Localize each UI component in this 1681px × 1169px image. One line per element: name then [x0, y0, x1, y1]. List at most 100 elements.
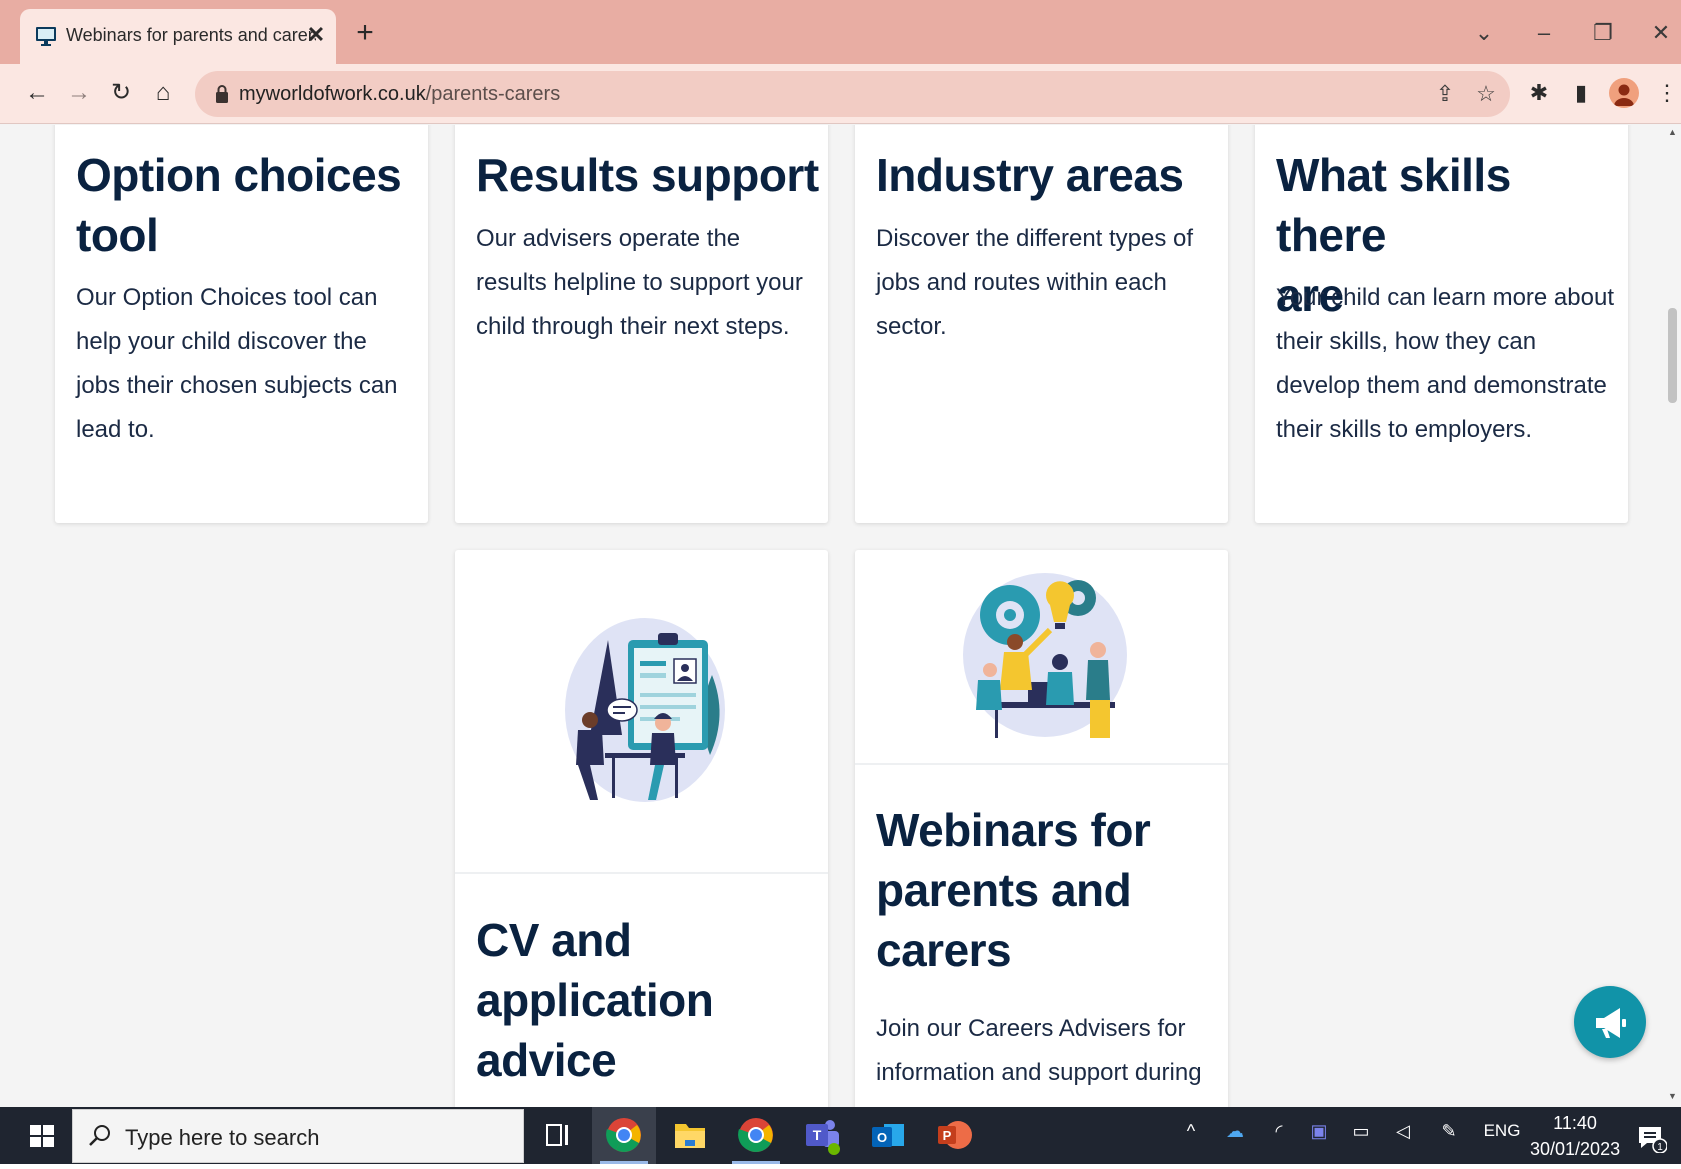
desc-line: Join our Careers Advisers for — [876, 1015, 1186, 1042]
taskbar-chrome-active[interactable] — [592, 1107, 656, 1164]
taskbar-teams[interactable]: T — [790, 1107, 854, 1164]
tab-search-chevron-icon[interactable]: ⌄ — [1464, 16, 1504, 50]
new-tab-icon[interactable]: + — [350, 18, 380, 48]
title-line: application — [476, 974, 714, 1026]
title-line: Industry areas — [876, 149, 1184, 201]
desc-line: Our Option Choices tool can — [76, 284, 378, 311]
results-support-title: Results support — [476, 145, 819, 205]
industry-areas-title: Industry areas — [876, 145, 1184, 205]
wifi-icon[interactable]: ◜ — [1266, 1121, 1292, 1142]
task-view-button[interactable] — [525, 1107, 589, 1164]
home-icon[interactable]: ⌂ — [148, 78, 178, 108]
clock-date[interactable]: 30/01/2023 — [1530, 1139, 1620, 1160]
close-window-icon[interactable]: ✕ — [1641, 16, 1681, 50]
scroll-up-arrow-icon[interactable]: ▲ — [1667, 127, 1678, 137]
teams-tray-icon[interactable]: ▣ — [1306, 1121, 1332, 1142]
extensions-puzzle-icon[interactable]: ✱ — [1524, 78, 1554, 108]
powerpoint-icon: P — [938, 1121, 972, 1149]
forward-arrow-icon[interactable]: → — [64, 78, 94, 108]
back-arrow-icon[interactable]: ← — [22, 78, 52, 108]
battery-icon[interactable]: ▭ — [1348, 1121, 1374, 1142]
windows-taskbar: Type here to search T O P ^ ☁ ◜ ▣ ▭ ◁ ✎ … — [0, 1107, 1681, 1164]
desc-line: sector. — [876, 313, 947, 340]
taskbar-powerpoint[interactable]: P — [922, 1107, 986, 1164]
scrollbar-thumb[interactable] — [1668, 308, 1677, 403]
notification-count: 1 — [1657, 1142, 1663, 1153]
desc-line: jobs and routes within each — [876, 269, 1167, 296]
title-line: Webinars for — [876, 804, 1151, 856]
close-tab-icon[interactable]: ✕ — [304, 21, 328, 49]
taskbar-file-explorer[interactable] — [658, 1107, 722, 1164]
person-silhouette-icon — [1614, 84, 1634, 106]
svg-text:P: P — [943, 1128, 952, 1143]
pen-icon[interactable]: ✎ — [1436, 1121, 1462, 1142]
vertical-scrollbar[interactable]: ▲ ▼ — [1664, 125, 1681, 1107]
reload-icon[interactable]: ↻ — [106, 78, 136, 108]
task-view-icon — [546, 1124, 568, 1146]
option-choices-card[interactable]: Option choices tool Our Option Choices t… — [55, 125, 428, 523]
desc-line: child through their next steps. — [476, 313, 790, 340]
webinars-title: Webinars for parents and carers — [876, 800, 1151, 980]
feedback-button[interactable] — [1574, 986, 1646, 1058]
results-support-description: Our advisers operate the results helplin… — [476, 217, 816, 349]
profile-avatar-icon[interactable] — [1609, 78, 1639, 108]
share-icon[interactable]: ⇪ — [1431, 80, 1459, 108]
windows-start-icon[interactable] — [20, 1117, 64, 1155]
title-line: CV and — [476, 914, 632, 966]
taskbar-chrome[interactable] — [724, 1107, 788, 1164]
page-viewport: Option choices tool Our Option Choices t… — [0, 125, 1681, 1107]
taskbar-outlook[interactable]: O — [856, 1107, 920, 1164]
show-hidden-icons-chevron-icon[interactable]: ^ — [1180, 1121, 1202, 1142]
desc-line: Discover the different types of — [876, 225, 1194, 252]
tab-title: Webinars for parents and carers | — [66, 25, 316, 45]
url-text: myworldofwork.co.uk/parents-carers — [239, 83, 560, 106]
scroll-down-arrow-icon[interactable]: ▼ — [1667, 1091, 1678, 1101]
teams-icon: T — [806, 1120, 840, 1155]
team-ideas-illustration — [963, 573, 1127, 738]
skills-card[interactable]: What skills there are Your child can lea… — [1255, 125, 1628, 523]
desc-line: jobs their chosen subjects can — [76, 372, 398, 399]
folder-icon — [675, 1124, 705, 1148]
desc-line: their skills to employers. — [1276, 416, 1533, 443]
onedrive-cloud-icon[interactable]: ☁ — [1222, 1121, 1248, 1142]
minimize-icon[interactable]: – — [1524, 16, 1564, 50]
desc-line: Your child can learn more about — [1276, 284, 1614, 311]
search-placeholder: Type here to search — [125, 1125, 320, 1150]
active-tab[interactable]: Webinars for parents and carers | ✕ — [20, 9, 336, 64]
restore-icon[interactable]: ❐ — [1583, 16, 1623, 50]
notification-bubble-icon: 1 — [1639, 1127, 1668, 1154]
cv-interview-illustration — [565, 618, 725, 802]
cv-advice-card[interactable]: CV and application advice — [455, 550, 828, 1107]
monitor-favicon-icon — [36, 27, 56, 46]
desc-line: lead to. — [76, 416, 155, 443]
industry-areas-description: Discover the different types of jobs and… — [876, 217, 1216, 349]
skills-description: Your child can learn more about their sk… — [1276, 276, 1621, 452]
cv-advice-title: CV and application advice — [476, 910, 714, 1090]
address-bar[interactable]: myworldofwork.co.uk/parents-carers ⇪ ☆ — [195, 71, 1510, 117]
language-indicator[interactable]: ENG — [1478, 1121, 1526, 1141]
bookmark-star-icon[interactable]: ☆ — [1472, 80, 1500, 108]
url-domain: myworldofwork.co.uk — [239, 83, 426, 105]
desc-line: their skills, how they can — [1276, 328, 1537, 355]
search-icon — [89, 1125, 110, 1146]
outlook-icon: O — [872, 1124, 904, 1147]
chrome-icon — [606, 1118, 641, 1152]
title-line: tool — [76, 209, 159, 261]
menu-kebab-icon[interactable]: ⋮ — [1652, 78, 1681, 108]
clock-time[interactable]: 11:40 — [1530, 1113, 1620, 1134]
tab-strip: Webinars for parents and carers | ✕ + ⌄ … — [0, 0, 1681, 64]
webinars-card[interactable]: Webinars for parents and carers Join our… — [855, 550, 1228, 1107]
lock-icon — [216, 85, 228, 103]
megaphone-icon — [1596, 1008, 1626, 1038]
desc-line: help your child discover the — [76, 328, 367, 355]
url-path: /parents-carers — [425, 83, 561, 105]
volume-muted-icon[interactable]: ◁ — [1390, 1121, 1416, 1142]
taskbar-search-box[interactable]: Type here to search — [72, 1109, 524, 1163]
results-support-card[interactable]: Results support Our advisers operate the… — [455, 125, 828, 523]
notifications-icon[interactable]: 1 — [1635, 1121, 1668, 1154]
title-line: Option choices — [76, 149, 402, 201]
side-panel-icon[interactable]: ▮ — [1566, 78, 1596, 108]
svg-text:T: T — [813, 1127, 822, 1143]
title-line: What skills there — [1276, 149, 1511, 261]
industry-areas-card[interactable]: Industry areas Discover the different ty… — [855, 125, 1228, 523]
